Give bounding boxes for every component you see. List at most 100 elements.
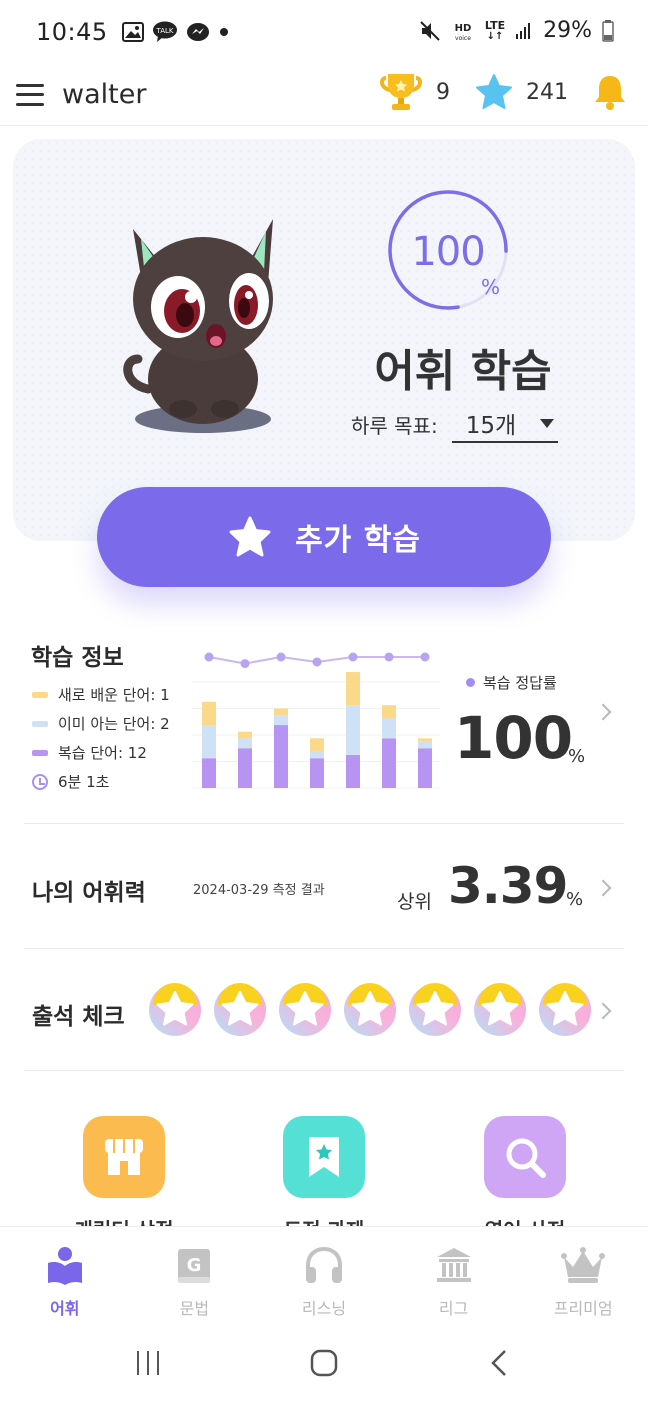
shortcut-label: 도전 과제: [284, 1214, 365, 1226]
hero-title: 어휘 학습: [374, 346, 552, 397]
study-info-card[interactable]: 학습 정보 새로 배운 단어: 1 이미 아는 단어: 2 복습 단어: 12 …: [24, 620, 624, 824]
menu-icon[interactable]: [16, 83, 44, 106]
username: walter: [62, 79, 147, 110]
legend-label: 새로 배운 단어: 1: [58, 686, 170, 704]
chart-bar-segment: [310, 738, 324, 752]
bookmark-star-icon: [309, 1137, 339, 1177]
shortcut-dictionary[interactable]: 영어 사전: [455, 1116, 595, 1226]
attendance-card[interactable]: 출석 체크: [24, 949, 624, 1071]
progress-value: 100: [411, 229, 485, 275]
nav-label: 문법: [179, 1299, 210, 1318]
system-nav: [0, 1322, 648, 1404]
legend-item-known: 이미 아는 단어: 2: [32, 709, 170, 738]
chart-accuracy-point: [312, 657, 322, 667]
chart-bar-segment: [346, 705, 360, 755]
recent-apps-icon[interactable]: [133, 1348, 163, 1378]
battery-icon: [602, 19, 614, 42]
nav-label: 프리미엄: [553, 1299, 613, 1318]
chart-accuracy-point: [420, 652, 430, 662]
battery-text: 29%: [543, 18, 592, 43]
status-right: HD voice LTE ↓↑ 29%: [419, 18, 614, 43]
shortcut-character-shop[interactable]: 캐릭터 상점: [54, 1116, 194, 1226]
trophy-icon: [379, 74, 423, 110]
legend-swatch: [32, 749, 48, 756]
nav-tab-league[interactable]: 리그: [389, 1227, 519, 1322]
status-time: 10:45: [36, 18, 108, 46]
chevron-right-icon[interactable]: [594, 1002, 612, 1020]
attendance-stars: [148, 983, 592, 1037]
chart-accuracy-point: [348, 652, 358, 662]
daily-goal-row: 하루 목표: 15개: [351, 405, 558, 443]
nav-tab-vocab[interactable]: 어휘: [0, 1227, 130, 1322]
chart-bar-segment: [238, 731, 252, 739]
shortcut-icon-bg: [83, 1116, 165, 1198]
nav-tab-premium[interactable]: 프리미엄: [518, 1227, 648, 1322]
shortcut-label: 영어 사전: [485, 1214, 566, 1226]
clock-icon: [32, 773, 48, 790]
extra-study-button[interactable]: 추가 학습: [97, 487, 551, 587]
shop-icon: [105, 1139, 143, 1175]
hero-card: 100 % 어휘 학습 하루 목표: 15개: [13, 139, 635, 541]
trophy-count: 9: [436, 79, 450, 105]
nav-label: 어휘: [50, 1299, 80, 1318]
chart-bar-segment: [418, 741, 432, 749]
chevron-right-icon[interactable]: [594, 703, 612, 721]
mute-icon: [420, 20, 440, 41]
nav-tab-grammar[interactable]: G 문법: [130, 1227, 260, 1322]
gallery-icon: [121, 22, 144, 42]
status-bar: 10:45 TALK HD voice LTE ↓↑ 29%: [0, 0, 648, 64]
chevron-right-icon[interactable]: [594, 879, 612, 897]
accuracy-unit: %: [568, 746, 586, 767]
notification-icons: TALK: [121, 21, 230, 43]
star-stat[interactable]: 241: [474, 73, 568, 111]
chart-bar-segment: [274, 715, 288, 726]
chart-bar-segment: [202, 758, 216, 788]
accuracy-dot: [466, 678, 475, 687]
extra-study-label: 추가 학습: [295, 523, 421, 558]
book-icon: [47, 1247, 82, 1285]
chart-bar-segment: [310, 751, 324, 759]
search-icon: [506, 1138, 546, 1178]
nav-tab-listening[interactable]: 리스닝: [259, 1227, 389, 1322]
kakaotalk-icon: TALK: [152, 21, 177, 42]
attendance-star-icon: [279, 983, 331, 1036]
attendance-star-icon: [149, 983, 201, 1036]
league-icon: [436, 1248, 471, 1282]
chart-bar-segment: [346, 754, 360, 788]
network-label: LTE ↓↑: [485, 20, 505, 42]
headphones-icon: [305, 1246, 342, 1283]
attendance-star-icon: [344, 983, 396, 1036]
star-icon: [476, 74, 512, 109]
vocab-level-card[interactable]: 나의 어휘력 2024-03-29 측정 결과 상위 3.39 %: [24, 825, 624, 949]
svg-text:TALK: TALK: [155, 27, 173, 35]
chart-bar-segment: [238, 738, 252, 749]
attendance-title: 출석 체크: [32, 1004, 125, 1030]
goal-dropdown[interactable]: 15개: [451, 405, 558, 443]
svg-text:HD: HD: [455, 23, 472, 34]
notifications-button[interactable]: [592, 73, 628, 111]
accuracy-value: 100: [454, 704, 573, 772]
chart-bar-segment: [274, 708, 288, 716]
data-arrows: ↓↑: [486, 30, 504, 42]
study-info-title: 학습 정보: [31, 645, 124, 671]
header-stats: 9 241: [354, 72, 628, 112]
attendance-star-icon: [409, 983, 461, 1036]
nav-label: 리그: [438, 1299, 469, 1318]
trophy-stat[interactable]: 9: [378, 72, 450, 112]
shortcut-challenges[interactable]: 도전 과제: [254, 1116, 394, 1226]
chart-bar-segment: [382, 705, 396, 719]
chart-bar-segment: [382, 718, 396, 739]
vocab-title: 나의 어휘력: [32, 880, 146, 906]
chart-accuracy-point: [240, 659, 250, 669]
shortcut-label: 캐릭터 상점: [75, 1214, 174, 1226]
back-icon[interactable]: [485, 1348, 515, 1378]
progress-unit: %: [481, 275, 501, 299]
bottom-nav: 어휘 G 문법 리스닝 리그 프리미엄: [0, 1226, 648, 1322]
accuracy-label-text: 복습 정답률: [483, 674, 557, 692]
chart-bar-segment: [418, 738, 432, 742]
vocab-value: 3.39: [448, 857, 568, 915]
chart-bar-segment: [346, 672, 360, 706]
accuracy-label: 복습 정답률: [466, 672, 557, 693]
home-icon[interactable]: [309, 1348, 339, 1378]
chart-accuracy-point: [384, 652, 394, 662]
